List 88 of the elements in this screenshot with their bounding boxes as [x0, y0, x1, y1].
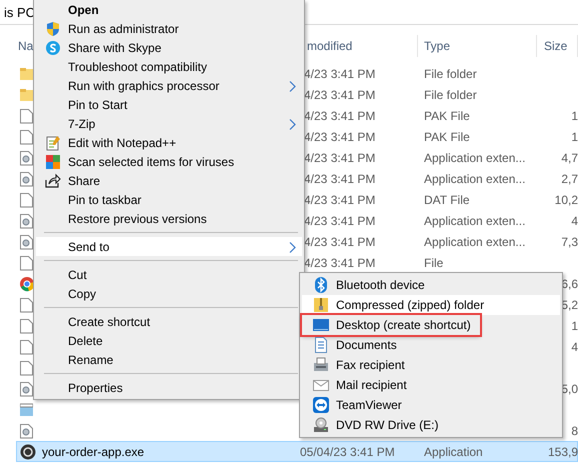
gear-file-icon: [20, 170, 33, 186]
menu-item[interactable]: Scan selected items for viruses: [36, 152, 302, 171]
submenu-item[interactable]: Documents: [302, 335, 560, 355]
date-cell-text: 05/04/23 3:41 PM: [300, 444, 396, 458]
type-cell-text: Application: [423, 444, 484, 458]
menu-item[interactable]: Create shortcut: [36, 312, 302, 331]
type-cell-text: Application exten...: [423, 172, 526, 186]
date-cell-text: 4/23 3:41 PM: [303, 192, 376, 206]
size-cell-text: 7,3: [560, 234, 578, 248]
menu-item[interactable]: Rename: [36, 350, 302, 369]
menu-item[interactable]: Copy: [36, 284, 302, 303]
browser-icon: [20, 276, 33, 292]
column-header[interactable]: Type: [418, 35, 537, 57]
menu-item[interactable]: Run with graphics processor: [36, 76, 302, 95]
size-cell-text: 153,9: [546, 444, 578, 458]
size-cell-text: 4,7: [560, 150, 578, 164]
folder-icon: [20, 86, 33, 102]
menu-item[interactable]: Delete: [36, 331, 302, 350]
menu-item[interactable]: Share with Skype: [36, 38, 302, 57]
selected-file-row[interactable]: your-order-app.exe 05/04/23 3:41 PM Application 153,9: [16, 441, 578, 462]
type-cell-text: File folder: [423, 66, 478, 80]
date-cell-text: 4/23 3:41 PM: [303, 150, 376, 164]
size-cell-text: 8: [570, 424, 578, 438]
submenu-item[interactable]: Bluetooth device: [302, 275, 560, 295]
menu-item[interactable]: Share: [36, 171, 302, 190]
size-cell-text: 2,7: [560, 172, 578, 186]
monitor-icon: [313, 317, 329, 333]
gear-file-icon: [20, 422, 33, 438]
share-icon: [45, 173, 61, 189]
menu-item[interactable]: Pin to Start: [36, 95, 302, 114]
size-cell-text: 1: [570, 130, 578, 144]
menu-item[interactable]: 7-Zip: [36, 114, 302, 133]
size-cell-text: 4: [570, 214, 578, 228]
size-cell-text: 1: [570, 318, 578, 332]
menu-item[interactable]: Run as administrator: [36, 19, 302, 38]
submenu-item[interactable]: DVD RW Drive (E:): [302, 415, 560, 435]
menu-item[interactable]: Send to: [36, 237, 302, 256]
date-cell-text: 4/23 3:41 PM: [303, 130, 376, 144]
chat-bubble-icon: [45, 40, 61, 56]
type-cell-text: Application exten...: [423, 214, 526, 228]
type-cell-text: PAK File: [423, 130, 471, 144]
size-cell-text: 1: [570, 108, 578, 122]
bluetooth-icon: [313, 277, 329, 293]
type-cell-text: DAT File: [423, 192, 471, 206]
submenu-item[interactable]: TeamViewer: [302, 395, 560, 415]
menu-item[interactable]: Pin to taskbar: [36, 190, 302, 209]
disc-drive-icon: [313, 417, 329, 433]
app-icon: [20, 444, 36, 460]
size-cell-text: 10,2: [554, 192, 578, 206]
submenu-item[interactable]: Compressed (zipped) folder: [302, 295, 560, 315]
gear-file-icon: [20, 234, 33, 250]
envelope-icon: [313, 377, 329, 393]
date-cell-text: 4/23 3:41 PM: [303, 234, 376, 248]
gear-file-icon: [20, 150, 33, 166]
gear-file-icon: [20, 380, 33, 396]
shield-squares-icon: [45, 154, 61, 170]
date-cell-text: 4/23 3:41 PM: [303, 214, 376, 228]
type-cell-text: File folder: [423, 88, 478, 102]
menu-item[interactable]: Cut: [36, 265, 302, 284]
type-cell-text: Application exten...: [423, 234, 526, 248]
date-cell-text: 4/23 3:41 PM: [303, 256, 376, 270]
shield-icon: [45, 21, 61, 37]
menu-item[interactable]: Properties: [36, 378, 302, 397]
submenu-item[interactable]: Desktop (create shortcut): [302, 315, 480, 335]
notebook-icon: [20, 402, 33, 418]
date-cell-text: 4/23 3:41 PM: [303, 108, 376, 122]
column-header[interactable]: Size: [537, 35, 578, 57]
menu-item[interactable]: Troubleshoot compatibility: [36, 57, 302, 76]
type-cell-text: File: [423, 256, 444, 270]
date-cell-text: 4/23 3:41 PM: [303, 66, 376, 80]
submenu-item[interactable]: Mail recipient: [302, 375, 560, 395]
submenu-item[interactable]: Fax recipient: [302, 355, 560, 375]
type-cell-text: Application exten...: [423, 150, 526, 164]
gear-file-icon: [20, 212, 33, 228]
type-cell-text: PAK File: [423, 108, 471, 122]
menu-item[interactable]: Edit with Notepad++: [36, 133, 302, 152]
date-cell-text: 4/23 3:41 PM: [303, 88, 376, 102]
size-cell-text: 4: [570, 340, 578, 354]
fax-icon: [313, 357, 329, 373]
folder-icon: [20, 66, 33, 82]
zip-folder-icon: [313, 297, 329, 313]
document-icon: [313, 337, 329, 353]
file-name: your-order-app.exe: [42, 444, 144, 458]
date-cell-text: 4/23 3:41 PM: [303, 172, 376, 186]
menu-item[interactable]: Restore previous versions: [36, 209, 302, 228]
double-arrow-icon: [313, 397, 329, 413]
menu-item[interactable]: Open: [36, 0, 302, 19]
notepad-icon: [45, 135, 61, 151]
